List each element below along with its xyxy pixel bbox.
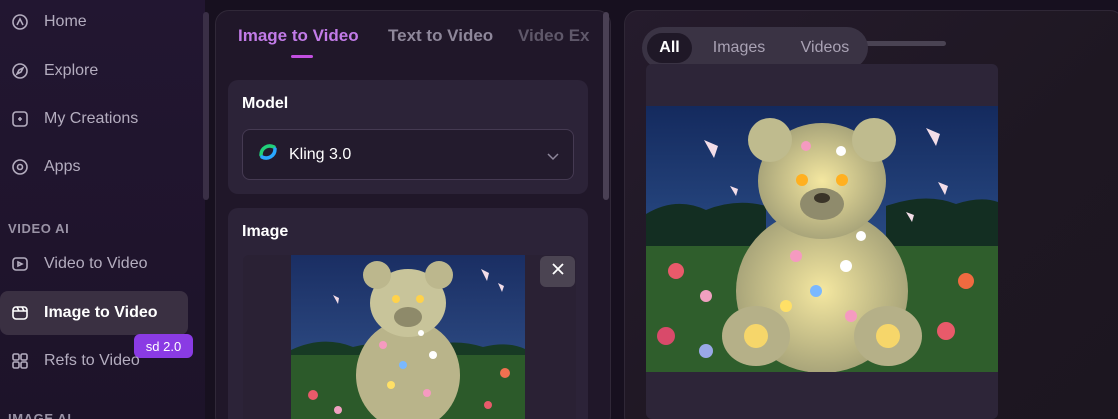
filter-chip-all[interactable]: All <box>647 33 692 63</box>
section-heading-video-ai: VIDEO AI <box>8 221 70 236</box>
sidebar-item-video-to-video[interactable]: Video to Video <box>0 242 188 286</box>
image-title: Image <box>242 223 289 240</box>
creations-icon <box>8 107 32 131</box>
sidebar-scrollbar[interactable] <box>203 12 209 200</box>
section-heading-image-ai: IMAGE AI <box>8 411 72 419</box>
tab-text-to-video[interactable]: Text to Video <box>388 26 493 46</box>
refs-icon <box>8 349 32 373</box>
image-video-icon <box>8 301 32 325</box>
mode-tabs: Image to Video Text to Video Video Ex <box>216 11 610 67</box>
sidebar-item-my-creations[interactable]: My Creations <box>0 97 188 141</box>
gallery-item[interactable] <box>646 64 998 419</box>
sidebar-item-label: Explore <box>44 62 99 79</box>
tab-image-to-video[interactable]: Image to Video <box>238 26 359 46</box>
sidebar-item-label: Image to Video <box>44 304 158 321</box>
sidebar-item-label: Home <box>44 13 87 30</box>
panel-scrollbar[interactable] <box>603 12 609 200</box>
model-select[interactable]: Kling 3.0 <box>242 129 574 180</box>
tab-video-extend[interactable]: Video Ex <box>518 26 598 46</box>
video-icon <box>8 252 32 276</box>
filter-bar-track <box>860 41 946 46</box>
home-icon <box>8 10 32 34</box>
model-title: Model <box>242 95 289 112</box>
sidebar-item-home[interactable]: Home <box>0 0 188 44</box>
apps-icon <box>8 155 32 179</box>
filter-chip-videos[interactable]: Videos <box>786 33 864 63</box>
model-select-value: Kling 3.0 <box>289 145 352 163</box>
generated-image-thumbnail <box>646 106 998 372</box>
uploaded-image-frame[interactable] <box>243 255 576 419</box>
explore-icon <box>8 59 32 83</box>
sidebar-item-explore[interactable]: Explore <box>0 49 188 93</box>
sidebar-item-apps[interactable]: Apps <box>0 145 188 189</box>
sidebar-item-label: My Creations <box>44 110 139 127</box>
sidebar-item-label: Refs to Video <box>44 352 140 369</box>
sidebar-item-label: Video to Video <box>44 255 148 272</box>
chevron-down-icon <box>547 148 559 166</box>
sidebar-item-refs-to-video[interactable]: Refs to Video <box>0 339 188 383</box>
sidebar-item-image-to-video[interactable]: Image to Video <box>0 291 188 335</box>
filter-chip-images[interactable]: Images <box>702 33 776 63</box>
kling-logo-icon <box>257 141 279 168</box>
remove-image-button[interactable] <box>540 256 575 287</box>
uploaded-image-thumbnail <box>291 255 525 419</box>
close-icon <box>551 262 565 281</box>
sidebar-item-label: Apps <box>44 158 81 175</box>
active-tab-indicator <box>291 55 313 58</box>
model-card: Model Kling 3.0 <box>228 80 588 194</box>
